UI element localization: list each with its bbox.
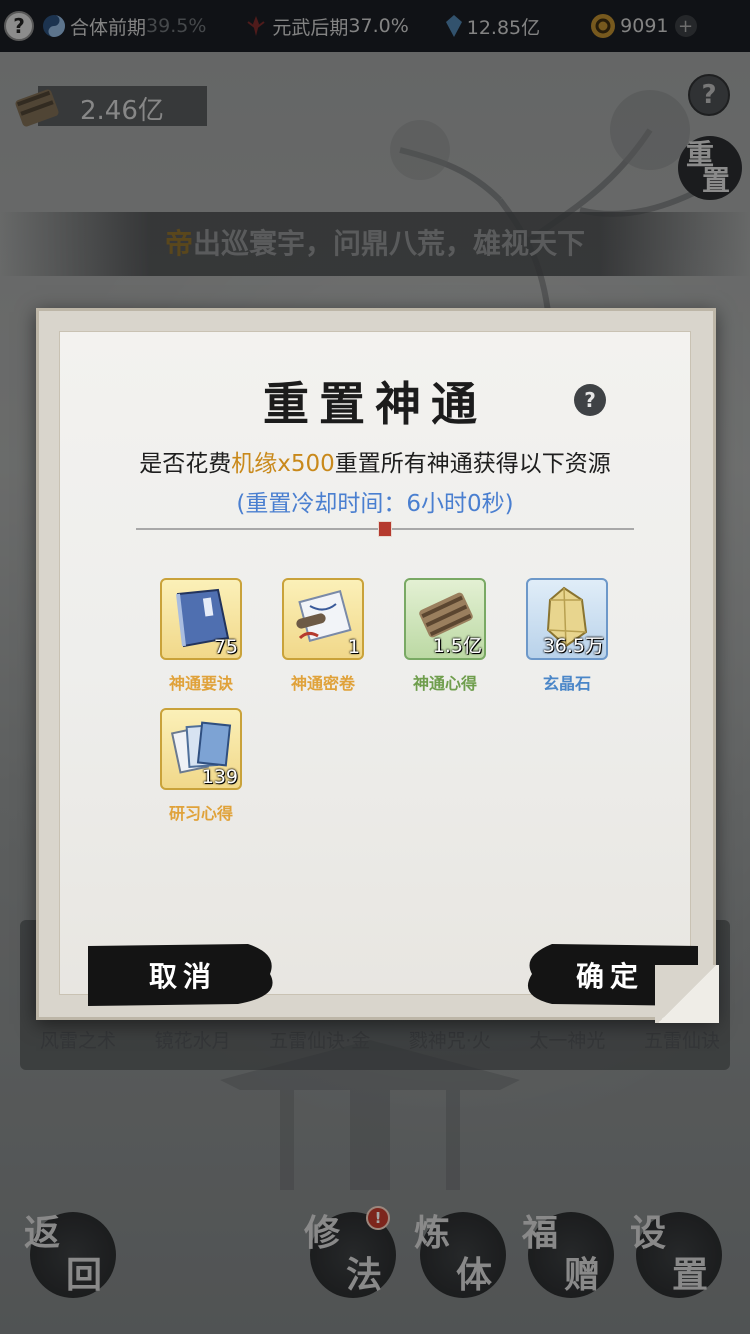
reward-name: 玄晶石 bbox=[542, 674, 591, 693]
dialog-paper: 重置神通 ? 是否花费机缘x500重置所有神通获得以下资源 (重置冷却时间：6小… bbox=[59, 331, 698, 1006]
reward-name: 神通要诀 bbox=[168, 674, 233, 693]
reward-list: 75 神通要诀 1 神通密卷 1.5亿 神通心得 36.5万 玄晶石 139 研… bbox=[160, 578, 660, 838]
reward-frame: 1.5亿 bbox=[404, 578, 486, 660]
reward-name: 神通心得 bbox=[412, 674, 477, 693]
reward-count: 139 bbox=[201, 766, 238, 788]
reward-item[interactable]: 1 神通密卷 bbox=[282, 578, 364, 694]
desc-prefix: 是否花费 bbox=[139, 451, 232, 477]
reward-count: 1 bbox=[347, 636, 360, 658]
confirm-label: 确定 bbox=[575, 960, 644, 993]
cooldown-text: (重置冷却时间：6小时0秒) bbox=[236, 491, 514, 517]
reward-item[interactable]: 75 神通要诀 bbox=[160, 578, 242, 694]
reward-frame: 75 bbox=[160, 578, 242, 660]
cancel-label: 取消 bbox=[148, 960, 217, 993]
cancel-button[interactable]: 取消 bbox=[88, 944, 278, 1006]
reset-skills-dialog: 重置神通 ? 是否花费机缘x500重置所有神通获得以下资源 (重置冷却时间：6小… bbox=[36, 308, 719, 1023]
reward-frame: 36.5万 bbox=[526, 578, 608, 660]
desc-suffix: 重置所有神通获得以下资源 bbox=[334, 451, 611, 477]
reward-item[interactable]: 139 研习心得 bbox=[160, 708, 242, 824]
reward-frame: 139 bbox=[160, 708, 242, 790]
seal-icon bbox=[378, 521, 392, 537]
reward-item[interactable]: 1.5亿 神通心得 bbox=[404, 578, 486, 694]
reward-count: 1.5亿 bbox=[432, 635, 482, 657]
reward-name: 神通密卷 bbox=[290, 674, 355, 693]
reward-name: 研习心得 bbox=[168, 804, 233, 823]
divider bbox=[136, 521, 634, 537]
reward-item[interactable]: 36.5万 玄晶石 bbox=[526, 578, 608, 694]
reward-count: 75 bbox=[213, 636, 238, 658]
page-curl bbox=[655, 965, 719, 1023]
desc-cost: 机缘x500 bbox=[231, 451, 335, 477]
reward-count: 36.5万 bbox=[542, 635, 604, 657]
dialog-help-button[interactable]: ? bbox=[574, 384, 606, 416]
reward-frame: 1 bbox=[282, 578, 364, 660]
dialog-description: 是否花费机缘x500重置所有神通获得以下资源 bbox=[60, 444, 690, 478]
